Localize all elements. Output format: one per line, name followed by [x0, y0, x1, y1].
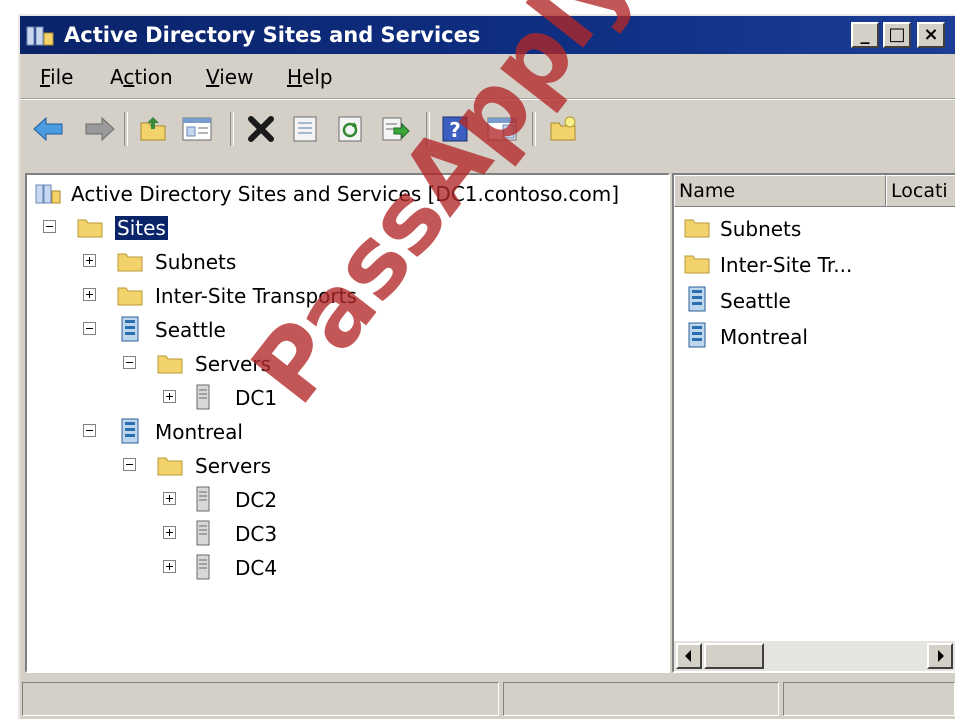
- collapse-icon[interactable]: [83, 322, 96, 335]
- server-icon: [196, 486, 210, 512]
- delete-icon[interactable]: [246, 114, 276, 144]
- tree-item-label: DC4: [235, 556, 278, 580]
- tree-item-label: Montreal: [155, 420, 243, 444]
- expand-icon[interactable]: [163, 526, 176, 539]
- folder-icon: [117, 287, 143, 306]
- up-folder-icon[interactable]: [138, 114, 168, 144]
- details-list-pane[interactable]: Name Locati Subnets Inter-Site Tr... Sea…: [672, 173, 955, 673]
- status-panel: [503, 682, 779, 716]
- tree-item-label: Servers: [195, 454, 272, 478]
- tree-item-label: Seattle: [155, 318, 226, 342]
- column-header-location[interactable]: Locati: [886, 175, 955, 207]
- status-bar: [20, 676, 955, 721]
- arrow-left-icon: [685, 650, 691, 662]
- folder-icon: [157, 355, 183, 374]
- server-icon: [196, 554, 210, 580]
- collapse-icon[interactable]: [83, 424, 96, 437]
- site-icon: [121, 316, 139, 342]
- ad-sites-app-icon: [26, 26, 54, 46]
- folder-icon: [77, 219, 103, 238]
- scroll-left-button[interactable]: [676, 643, 702, 669]
- maximize-button[interactable]: □: [883, 22, 911, 48]
- list-item-label: Seattle: [720, 289, 791, 313]
- collapse-icon[interactable]: [123, 458, 136, 471]
- menu-action[interactable]: Action: [110, 65, 173, 89]
- tree-item-label: DC1: [235, 386, 278, 410]
- folder-icon: [157, 457, 183, 476]
- expand-icon[interactable]: [83, 254, 96, 267]
- folder-icon: [684, 255, 710, 274]
- scroll-thumb[interactable]: [704, 643, 764, 669]
- site-icon: [121, 418, 139, 444]
- refresh-icon[interactable]: [335, 114, 365, 144]
- forward-arrow-icon[interactable]: [80, 114, 116, 144]
- folder-icon: [117, 253, 143, 272]
- column-header-name[interactable]: Name: [674, 175, 886, 207]
- collapse-icon[interactable]: [43, 220, 56, 233]
- site-icon: [688, 322, 706, 348]
- list-item-label: Inter-Site Tr...: [720, 253, 853, 277]
- tree-item-label: DC2: [235, 488, 278, 512]
- list-item-label: Montreal: [720, 325, 808, 349]
- scroll-right-button[interactable]: [927, 643, 953, 669]
- expand-icon[interactable]: [163, 390, 176, 403]
- arrow-right-icon: [938, 650, 944, 662]
- collapse-icon[interactable]: [123, 356, 136, 369]
- toolbar-separator: [230, 112, 234, 146]
- minimize-button[interactable]: _: [851, 22, 879, 48]
- close-button[interactable]: ×: [917, 22, 945, 48]
- tree-item-label: Subnets: [155, 250, 237, 274]
- expand-icon[interactable]: [163, 492, 176, 505]
- expand-icon[interactable]: [83, 288, 96, 301]
- tree-item-label: Sites: [115, 216, 168, 240]
- tree-item-label: DC3: [235, 522, 278, 546]
- server-icon: [196, 520, 210, 546]
- status-panel: [783, 682, 955, 716]
- horizontal-scrollbar[interactable]: [674, 641, 955, 671]
- toolbar-separator: [124, 112, 128, 146]
- menu-help[interactable]: Help: [287, 65, 333, 89]
- menu-view[interactable]: View: [206, 65, 253, 89]
- status-panel: [22, 682, 499, 716]
- properties-icon[interactable]: [290, 114, 320, 144]
- show-hide-tree-icon[interactable]: [180, 114, 214, 144]
- list-item-label: Subnets: [720, 217, 802, 241]
- menu-file[interactable]: File: [40, 65, 73, 89]
- folder-icon: [684, 219, 710, 238]
- ad-sites-root-icon: [35, 184, 61, 204]
- window-title: Active Directory Sites and Services: [64, 23, 481, 47]
- server-icon: [196, 384, 210, 410]
- expand-icon[interactable]: [163, 560, 176, 573]
- back-arrow-icon[interactable]: [32, 114, 68, 144]
- site-icon: [688, 286, 706, 312]
- tree-root-label: Active Directory Sites and Services [DC1…: [71, 182, 620, 206]
